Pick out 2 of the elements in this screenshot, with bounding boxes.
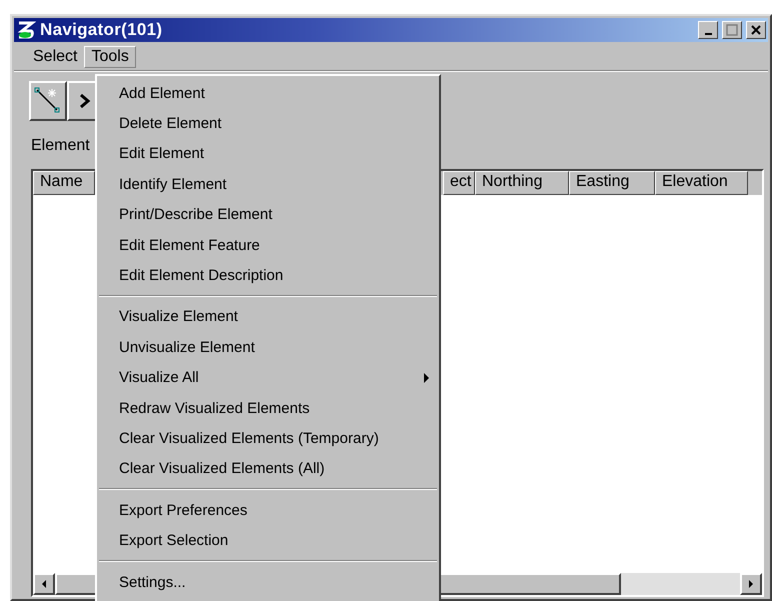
- element-label: Element: [31, 137, 90, 155]
- window-title: Navigator(101): [40, 20, 164, 40]
